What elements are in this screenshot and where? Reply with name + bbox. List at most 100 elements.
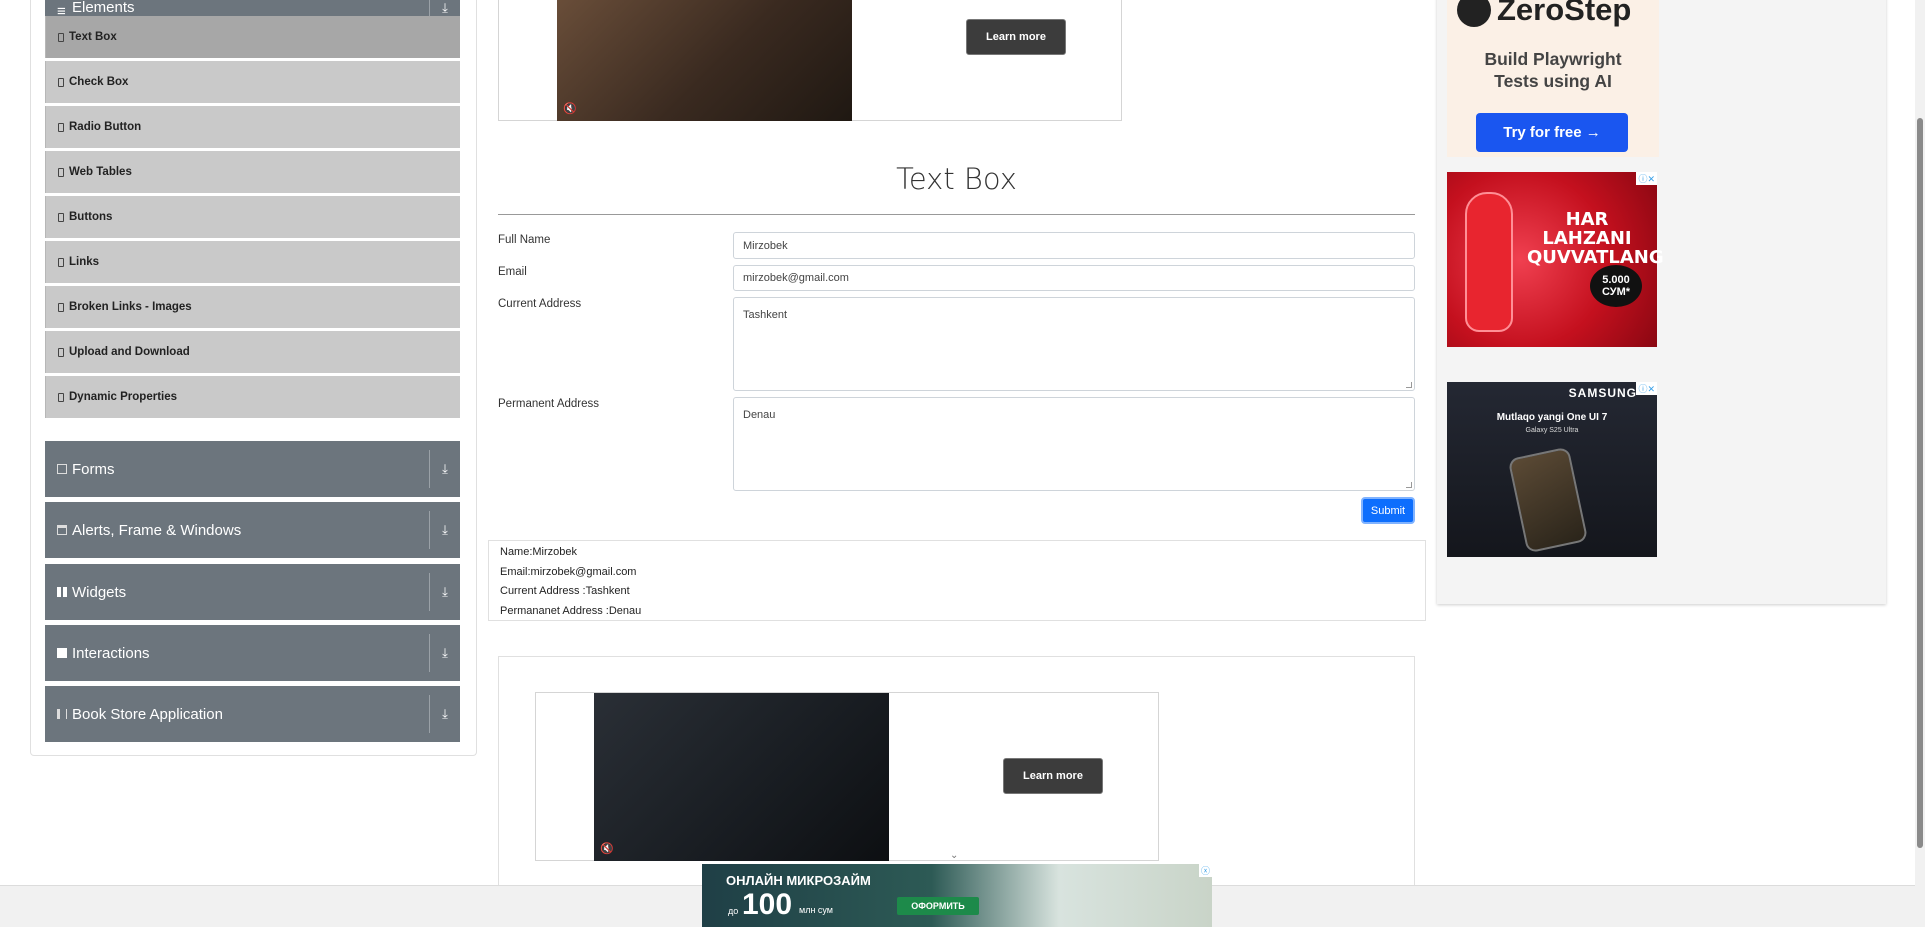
email-input[interactable]: mirzobek@gmail.com (733, 265, 1415, 291)
sidebar-item-links[interactable]: Links (45, 241, 460, 283)
expand-arrow-icon[interactable]: ⤓ (430, 584, 460, 600)
expand-arrow-icon[interactable]: ⤓ (430, 461, 460, 477)
current-address-label: Current Address (498, 298, 582, 310)
close-icon[interactable]: ⓧ (1198, 864, 1212, 877)
mute-icon[interactable]: 🔇 (600, 842, 614, 855)
ad-video-frame[interactable]: 🔇 (557, 0, 852, 121)
adchoices-icon[interactable]: ⓘ✕ (1636, 172, 1657, 185)
sidebar-item-check-box[interactable]: Check Box (45, 61, 460, 103)
group-header-forms[interactable]: Forms ⤓ (45, 441, 460, 497)
output-panel: Name:Mirzobek Email:mirzobek@gmail.com C… (488, 540, 1426, 621)
try-for-free-button[interactable]: Try for free → (1476, 113, 1628, 152)
learn-more-button[interactable]: Learn more (966, 19, 1066, 55)
zerostep-line1: Build Playwright (1484, 49, 1622, 69)
item-icon (58, 392, 64, 402)
banner-prefix: до (728, 906, 739, 916)
elements-menu: Text Box Check Box Radio Button Web Tabl… (45, 16, 460, 421)
drink-ad[interactable]: HAR LAHZANI QUVVATLANG 5.000 СУМ* ⓘ✕ (1447, 172, 1664, 347)
bottom-video-ad[interactable]: 🔇 Learn more (535, 692, 1159, 861)
mute-icon[interactable]: 🔇 (563, 102, 577, 115)
group-header-book-store[interactable]: Book Store Application ⤓ (45, 686, 460, 742)
adchoices-icon[interactable]: ⓘ✕ (1636, 382, 1657, 395)
sidebar-item-label: Upload and Download (69, 346, 190, 358)
samsung-ad[interactable]: SAMSUNG Mutlaqo yangi One UI 7 Galaxy S2… (1447, 382, 1657, 557)
sidebar-item-web-tables[interactable]: Web Tables (45, 151, 460, 193)
resize-handle-icon[interactable] (1406, 482, 1412, 488)
email-label: Email (498, 266, 527, 278)
chevron-down-icon[interactable]: ⌄ (950, 850, 958, 861)
zerostep-brand: ZeroStep (1497, 0, 1632, 27)
form-icon (57, 464, 67, 474)
sidebar-item-radio-button[interactable]: Radio Button (45, 106, 460, 148)
permanent-address-value: Denau (743, 409, 776, 421)
current-address-textarea[interactable]: Tashkent (733, 297, 1415, 391)
title-divider (498, 214, 1415, 215)
output-permanent-address: Permananet Address :Denau (500, 604, 642, 617)
group-label: Widgets (72, 583, 127, 601)
sidebar-item-text-box[interactable]: Text Box (45, 16, 460, 58)
submit-button[interactable]: Submit (1361, 497, 1415, 524)
expand-arrow-icon[interactable]: ⤓ (430, 706, 460, 722)
sidebar-item-upload-download[interactable]: Upload and Download (45, 331, 460, 373)
item-icon (58, 212, 64, 222)
samsung-subline: Galaxy S25 Ultra (1525, 427, 1579, 434)
loan-banner-ad[interactable]: ОНЛАЙН МИКРОЗАЙМ до 100 млн сум ОФОРМИТЬ… (702, 864, 1212, 927)
drink-ad-line3: QUVVATLANG (1527, 247, 1664, 268)
scrollbar-thumb[interactable] (1917, 118, 1923, 848)
item-icon (58, 77, 64, 87)
item-icon (58, 257, 64, 267)
sidebar-item-dynamic-properties[interactable]: Dynamic Properties (45, 376, 460, 418)
group-header-interactions[interactable]: Interactions ⤓ (45, 625, 460, 681)
permanent-address-textarea[interactable]: Denau (733, 397, 1415, 491)
price-badge: 5.000 СУМ* (1590, 265, 1642, 307)
drink-ad-line1: HAR (1565, 209, 1609, 230)
full-name-input[interactable]: Mirzobek (733, 232, 1415, 259)
zerostep-tagline: Build Playwright Tests using AI (1447, 48, 1659, 92)
interactions-icon (57, 648, 67, 658)
sidebar-item-buttons[interactable]: Buttons (45, 196, 460, 238)
price-value: 5.000 (1602, 274, 1630, 286)
group-header-widgets[interactable]: Widgets ⤓ (45, 564, 460, 620)
group-label: Elements (72, 0, 135, 16)
banner-apply-button[interactable]: ОФОРМИТЬ (897, 897, 979, 915)
sidebar-item-label: Buttons (69, 211, 113, 223)
window-icon (57, 525, 67, 535)
banner-title: ОНЛАЙН МИКРОЗАЙМ (726, 873, 871, 888)
price-currency: СУМ* (1601, 286, 1631, 298)
group-label: Alerts, Frame & Windows (72, 521, 242, 539)
expand-arrow-icon[interactable]: ⤓ (430, 645, 460, 661)
collapse-arrow-icon[interactable]: ⤓ (430, 0, 460, 16)
zerostep-line2: Tests using AI (1494, 71, 1612, 91)
output-email: Email:mirzobek@gmail.com (500, 565, 637, 578)
output-current-address: Current Address :Tashkent (500, 585, 630, 597)
resize-handle-icon[interactable] (1406, 382, 1412, 388)
page-scrollbar[interactable] (1915, 0, 1925, 927)
expand-arrow-icon[interactable]: ⤓ (430, 522, 460, 538)
zerostep-logo-icon (1457, 0, 1491, 27)
banner-amount: 100 (742, 888, 793, 921)
sidebar-item-broken-links[interactable]: Broken Links - Images (45, 286, 460, 328)
top-video-ad[interactable]: 🔇 Learn more (498, 0, 1122, 121)
group-label: Book Store Application (72, 705, 223, 723)
drink-ad-line2: LAHZANI (1542, 228, 1632, 249)
item-icon (58, 167, 64, 177)
phone-image (1507, 446, 1589, 554)
zerostep-logo: ZeroStep (1457, 0, 1657, 28)
drink-ad-headline: HAR LAHZANI QUVVATLANG (1527, 209, 1664, 268)
group-label: Forms (72, 460, 115, 478)
permanent-address-label: Permanent Address (498, 398, 600, 410)
ad-video-frame[interactable]: 🔇 (594, 693, 889, 861)
current-address-value: Tashkent (743, 309, 788, 321)
learn-more-button[interactable]: Learn more (1003, 758, 1103, 794)
bottle-image (1465, 192, 1513, 332)
zerostep-ad[interactable]: ZeroStep Build Playwright Tests using AI… (1447, 0, 1659, 157)
menu-icon: ≡ (57, 2, 66, 20)
group-label: Interactions (72, 644, 150, 662)
sidebar-item-label: Check Box (69, 76, 129, 88)
sidebar: ≡ Elements ⤓ Text Box Check Box Radio Bu… (30, 0, 477, 756)
group-header-alerts[interactable]: Alerts, Frame & Windows ⤓ (45, 502, 460, 558)
item-icon (58, 122, 64, 132)
samsung-brand: SAMSUNG (1568, 386, 1637, 400)
sidebar-item-label: Links (69, 256, 100, 268)
full-name-label: Full Name (498, 234, 551, 246)
